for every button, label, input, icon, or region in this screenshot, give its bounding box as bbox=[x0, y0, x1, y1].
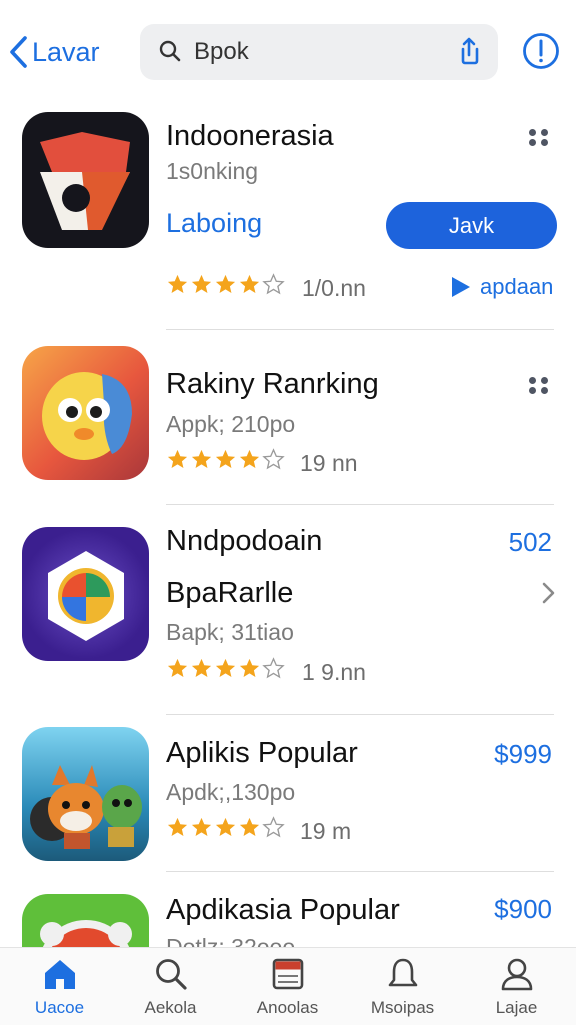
rating-count: 1 9.nn bbox=[302, 659, 366, 685]
star-filled-icon bbox=[238, 448, 261, 471]
app-name: Aplikis Popular bbox=[166, 737, 358, 769]
tab-notifications[interactable]: Msoipas bbox=[345, 948, 460, 1025]
person-icon bbox=[501, 958, 532, 991]
star-filled-icon bbox=[214, 816, 237, 839]
tab-label: Uacoe bbox=[34, 998, 85, 1017]
app-icon bbox=[22, 112, 149, 248]
app-price[interactable]: $999 bbox=[494, 739, 552, 770]
app-icon bbox=[22, 346, 149, 480]
tab-apps[interactable]: Anoolas bbox=[230, 948, 345, 1025]
app-icon bbox=[22, 894, 149, 947]
app-name: Nndpodoain bbox=[166, 525, 323, 557]
tab-bar: Uacoe Aekola Anoolas Msoipas Lajae bbox=[0, 947, 576, 1025]
app-row[interactable]: Rakiny Ranrking Appk; 210po 19 nn bbox=[0, 330, 576, 505]
app-name: Apdikasia Popular bbox=[166, 894, 400, 926]
star-filled-icon bbox=[190, 273, 213, 296]
star-filled-icon bbox=[238, 657, 261, 680]
get-button-label: Javk bbox=[448, 212, 495, 238]
tab-label: Lajae bbox=[495, 998, 538, 1017]
star-filled-icon bbox=[214, 657, 237, 680]
home-icon bbox=[44, 960, 75, 989]
star-filled-icon bbox=[190, 448, 213, 471]
star-filled-icon bbox=[190, 816, 213, 839]
star-filled-icon bbox=[214, 448, 237, 471]
star-filled-icon bbox=[238, 816, 261, 839]
search-icon bbox=[155, 959, 187, 990]
rating-stars bbox=[166, 816, 285, 839]
apps-icon bbox=[272, 958, 303, 990]
tab-label: Aekola bbox=[144, 998, 197, 1017]
bell-icon bbox=[388, 958, 417, 987]
app-row[interactable]: Apdikasia Popular $900 Dotlz: 32ooo bbox=[0, 872, 576, 947]
app-subtitle: Apdk;,130po bbox=[166, 779, 296, 805]
star-filled-icon bbox=[238, 273, 261, 296]
app-secondary-name: BpaRarlle bbox=[166, 577, 294, 609]
app-subtitle: Bapk; 31tiao bbox=[166, 619, 294, 645]
tab-search[interactable]: Aekola bbox=[113, 948, 228, 1025]
tab-label: Anoolas bbox=[256, 998, 319, 1017]
rating-count: 1/0.nn bbox=[302, 275, 366, 301]
star-empty-icon bbox=[262, 273, 285, 296]
rating-stars bbox=[166, 448, 285, 471]
update-label: apdaan bbox=[480, 274, 554, 299]
star-filled-icon bbox=[214, 273, 237, 296]
star-filled-icon bbox=[166, 273, 189, 296]
get-button[interactable]: Javk bbox=[386, 202, 557, 249]
rating-stars bbox=[166, 657, 285, 680]
star-filled-icon bbox=[190, 657, 213, 680]
app-row[interactable]: Aplikis Popular $999 Apdk;,130po 19 m bbox=[0, 715, 576, 872]
tab-profile[interactable]: Lajae bbox=[459, 948, 574, 1025]
star-filled-icon bbox=[166, 657, 189, 680]
star-empty-icon bbox=[262, 657, 285, 680]
app-name: Rakiny Ranrking bbox=[166, 368, 379, 400]
star-filled-icon bbox=[166, 448, 189, 471]
chevron-right-icon[interactable] bbox=[540, 581, 556, 605]
app-subtitle: 1s0nking bbox=[166, 158, 259, 184]
rating-count: 19 nn bbox=[300, 450, 358, 476]
star-empty-icon bbox=[262, 816, 285, 839]
more-options-icon[interactable] bbox=[528, 376, 552, 394]
app-subtitle: Dotlz: 32ooo bbox=[166, 934, 296, 947]
app-subtitle: Appk; 210po bbox=[166, 411, 296, 437]
star-filled-icon bbox=[166, 816, 189, 839]
app-icon bbox=[22, 727, 149, 861]
tab-label: Msoipas bbox=[370, 998, 435, 1017]
rating-count: 19 m bbox=[300, 818, 352, 844]
app-row[interactable]: Nndpodoain 502 BpaRarlle Bapk; 31tiao 1 … bbox=[0, 505, 576, 715]
app-category-link[interactable]: Laboing bbox=[166, 208, 262, 239]
app-row[interactable]: Indoonerasia 1s0nking Laboing Javk 1/0.n… bbox=[0, 0, 576, 330]
more-options-icon[interactable] bbox=[528, 128, 552, 146]
update-link[interactable]: apdaan bbox=[452, 274, 553, 300]
app-icon bbox=[22, 527, 149, 661]
star-empty-icon bbox=[262, 448, 285, 471]
app-name: Indoonerasia bbox=[166, 120, 334, 152]
app-price[interactable]: 502 bbox=[509, 527, 552, 558]
rating-stars bbox=[166, 273, 285, 296]
tab-home[interactable]: Uacoe bbox=[2, 948, 117, 1025]
play-icon bbox=[452, 277, 470, 297]
app-price[interactable]: $900 bbox=[494, 894, 552, 925]
